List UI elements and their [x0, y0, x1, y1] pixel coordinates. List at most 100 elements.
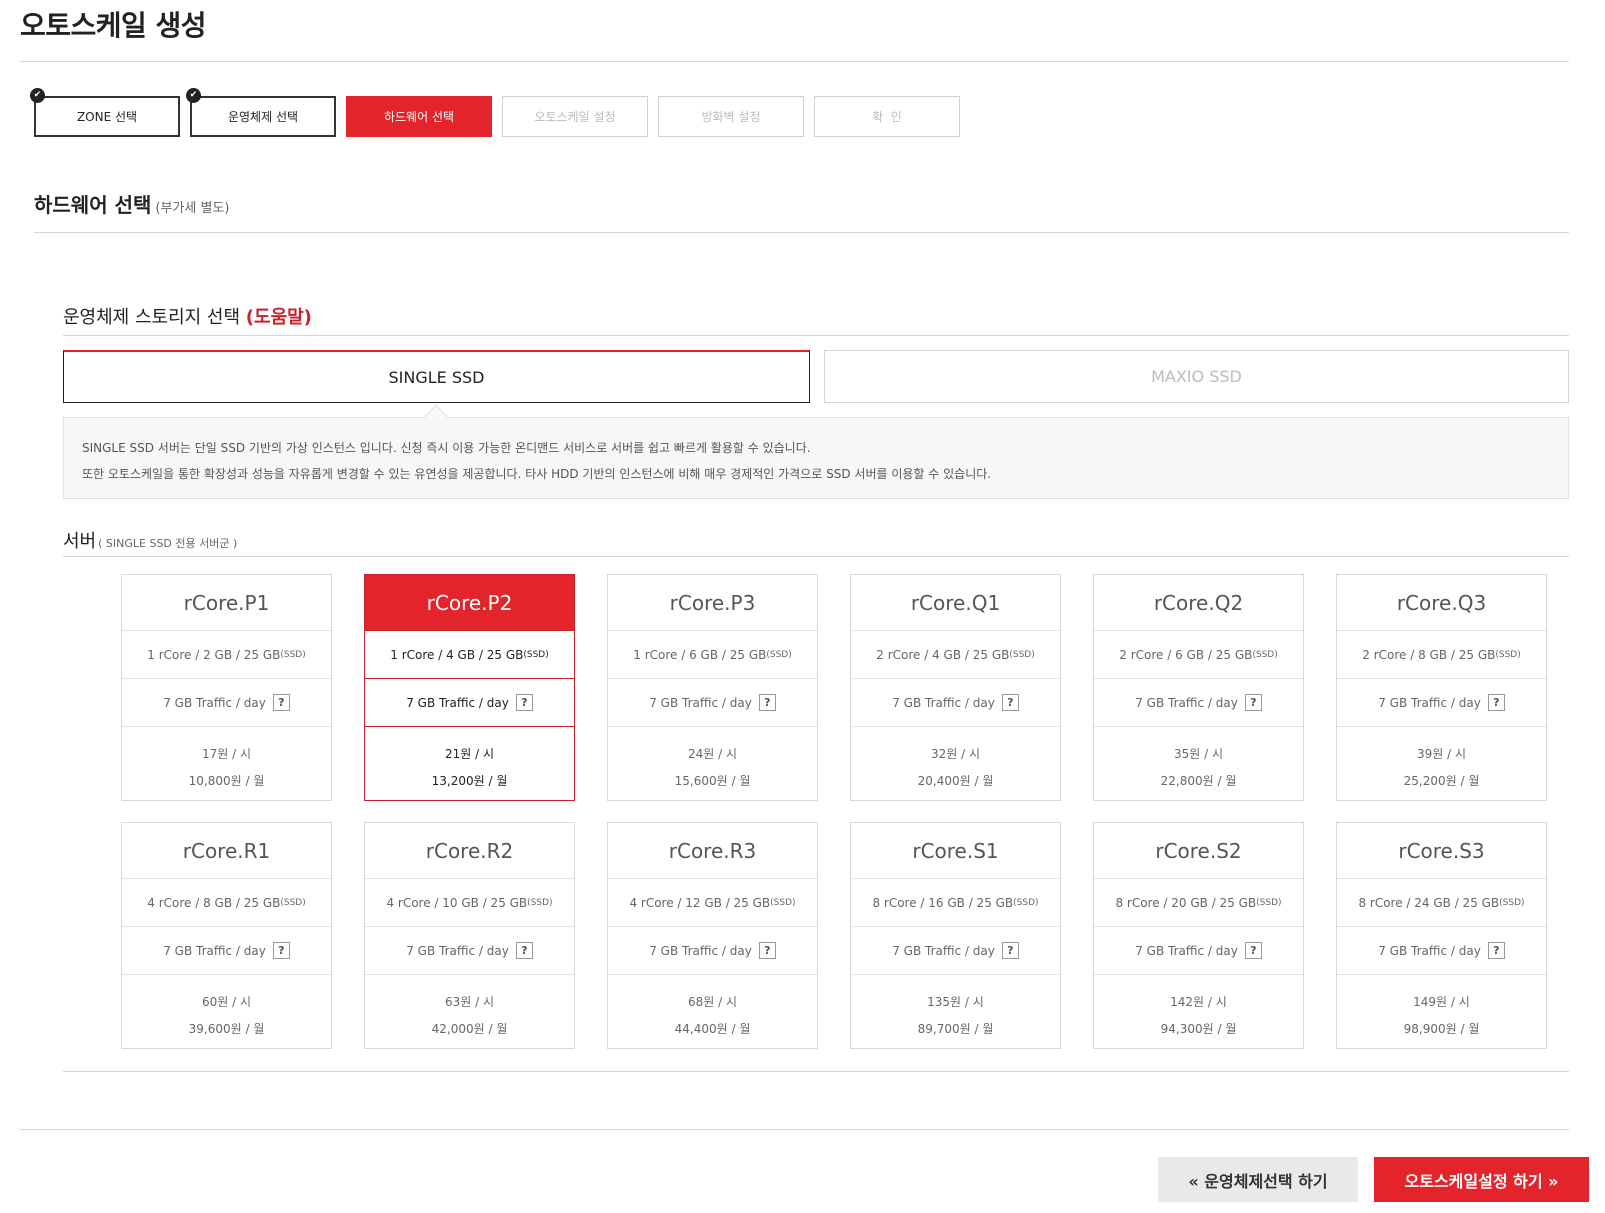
server-name: rCore.S3: [1337, 823, 1546, 879]
server-traffic: 7 GB Traffic / day?: [365, 927, 574, 975]
help-icon[interactable]: ?: [272, 694, 290, 711]
server-spec-text: 8 rCore / 16 GB / 25 GB: [872, 895, 1014, 910]
server-card[interactable]: rCore.S2 8 rCore / 20 GB / 25 GB (SSD) 7 GB…: [1093, 822, 1304, 1049]
server-name: rCore.S2: [1094, 823, 1303, 879]
server-price: 142원 / 시 94,300원 / 월: [1094, 975, 1303, 1043]
hourly-price: 149원 / 시: [1413, 995, 1470, 1009]
storage-tab-maxio-ssd[interactable]: MAXIO SSD: [824, 350, 1569, 403]
ssd-tag: (SSD): [1495, 649, 1521, 660]
monthly-price: 89,700원 / 월: [917, 1022, 994, 1036]
server-spec-text: 4 rCore / 10 GB / 25 GB: [386, 895, 528, 910]
server-card[interactable]: rCore.Q2 2 rCore / 6 GB / 25 GB (SSD) 7 GB …: [1093, 574, 1304, 801]
storage-heading: 운영체제 스토리지 선택 (도움말): [63, 303, 312, 329]
help-icon[interactable]: ?: [758, 694, 776, 711]
ssd-tag: (SSD): [766, 649, 792, 660]
step-label: 운영체제 선택: [227, 110, 299, 124]
server-traffic: 7 GB Traffic / day?: [851, 679, 1060, 727]
monthly-price: 44,400원 / 월: [674, 1022, 751, 1036]
server-card[interactable]: rCore.Q3 2 rCore / 8 GB / 25 GB (SSD) 7 GB …: [1336, 574, 1547, 801]
server-spec: 1 rCore / 6 GB / 25 GB (SSD): [608, 631, 817, 679]
ssd-tag: (SSD): [1499, 897, 1525, 908]
monthly-price: 22,800원 / 월: [1160, 774, 1237, 788]
server-divider: [63, 556, 1569, 557]
help-icon[interactable]: ?: [1001, 694, 1019, 711]
hourly-price: 17원 / 시: [201, 747, 252, 761]
server-note: ( SINGLE SSD 전용 서버군 ): [98, 537, 238, 550]
help-icon[interactable]: ?: [1001, 942, 1019, 959]
server-name: rCore.P2: [365, 575, 574, 631]
help-icon[interactable]: ?: [1244, 694, 1262, 711]
footer-divider: [20, 1129, 1569, 1130]
help-icon[interactable]: ?: [758, 942, 776, 959]
server-card[interactable]: rCore.P1 1 rCore / 2 GB / 25 GB (SSD) 7 GB …: [121, 574, 332, 801]
server-title: 서버: [63, 531, 97, 552]
hourly-price: 21원 / 시: [444, 747, 495, 761]
help-link[interactable]: (도움말): [246, 307, 312, 328]
server-card[interactable]: rCore.Q1 2 rCore / 4 GB / 25 GB (SSD) 7 GB …: [850, 574, 1061, 801]
hourly-price: 135원 / 시: [927, 995, 984, 1009]
help-icon[interactable]: ?: [515, 942, 533, 959]
server-traffic: 7 GB Traffic / day?: [1337, 679, 1546, 727]
storage-divider: [63, 335, 1569, 336]
traffic-label: 7 GB Traffic / day: [1378, 695, 1481, 710]
hourly-price: 60원 / 시: [201, 995, 252, 1009]
server-traffic: 7 GB Traffic / day?: [608, 927, 817, 975]
server-card[interactable]: rCore.P2 1 rCore / 4 GB / 25 GB (SSD) 7 GB …: [364, 574, 575, 801]
monthly-price: 10,800원 / 월: [188, 774, 265, 788]
monthly-price: 98,900원 / 월: [1403, 1022, 1480, 1036]
server-traffic: 7 GB Traffic / day?: [1094, 927, 1303, 975]
server-spec-text: 2 rCore / 4 GB / 25 GB: [876, 647, 1010, 662]
step-os[interactable]: ✔ 운영체제 선택: [186, 88, 336, 137]
server-card[interactable]: rCore.S1 8 rCore / 16 GB / 25 GB (SSD) 7 GB…: [850, 822, 1061, 1049]
server-spec: 4 rCore / 10 GB / 25 GB (SSD): [365, 879, 574, 927]
server-spec: 2 rCore / 6 GB / 25 GB (SSD): [1094, 631, 1303, 679]
server-card[interactable]: rCore.R1 4 rCore / 8 GB / 25 GB (SSD) 7 GB …: [121, 822, 332, 1049]
server-spec-text: 8 rCore / 24 GB / 25 GB: [1358, 895, 1500, 910]
server-price: 35원 / 시 22,800원 / 월: [1094, 727, 1303, 795]
server-price: 24원 / 시 15,600원 / 월: [608, 727, 817, 795]
server-spec: 1 rCore / 2 GB / 25 GB (SSD): [122, 631, 331, 679]
step-label: 방화벽 설정: [701, 110, 761, 124]
step-zone[interactable]: ✔ ZONE 선택: [30, 88, 180, 137]
ssd-tag: (SSD): [1013, 897, 1039, 908]
storage-tab-single-ssd[interactable]: SINGLE SSD: [63, 350, 810, 403]
hourly-price: 39원 / 시: [1416, 747, 1467, 761]
step-confirm: 확 인: [814, 96, 960, 137]
section-divider: [34, 232, 1569, 233]
hourly-price: 24원 / 시: [687, 747, 738, 761]
check-icon: ✔: [30, 88, 45, 103]
server-card[interactable]: rCore.P3 1 rCore / 6 GB / 25 GB (SSD) 7 GB …: [607, 574, 818, 801]
server-name: rCore.P3: [608, 575, 817, 631]
server-card[interactable]: rCore.S3 8 rCore / 24 GB / 25 GB (SSD) 7 GB…: [1336, 822, 1547, 1049]
help-icon[interactable]: ?: [515, 694, 533, 711]
storage-tab-label: SINGLE SSD: [388, 367, 485, 387]
step-hardware[interactable]: 하드웨어 선택: [346, 96, 492, 137]
server-name: rCore.R2: [365, 823, 574, 879]
help-icon[interactable]: ?: [1487, 694, 1505, 711]
server-price: 60원 / 시 39,600원 / 월: [122, 975, 331, 1043]
prev-os-button[interactable]: « 운영체제선택 하기: [1158, 1157, 1358, 1202]
step-label: 오토스케일 설정: [534, 110, 616, 124]
server-traffic: 7 GB Traffic / day?: [1337, 927, 1546, 975]
server-card[interactable]: rCore.R2 4 rCore / 10 GB / 25 GB (SSD) 7 GB…: [364, 822, 575, 1049]
storage-description-box: SINGLE SSD 서버는 단일 SSD 기반의 가상 인스턴스 입니다. 신…: [63, 417, 1569, 499]
traffic-label: 7 GB Traffic / day: [163, 943, 266, 958]
server-price: 135원 / 시 89,700원 / 월: [851, 975, 1060, 1043]
server-name: rCore.R1: [122, 823, 331, 879]
title-divider: [20, 61, 1569, 62]
next-autoscale-button[interactable]: 오토스케일설정 하기 »: [1374, 1157, 1589, 1202]
storage-title: 운영체제 스토리지 선택: [63, 307, 241, 328]
monthly-price: 15,600원 / 월: [674, 774, 751, 788]
server-card[interactable]: rCore.R3 4 rCore / 12 GB / 25 GB (SSD) 7 GB…: [607, 822, 818, 1049]
help-icon[interactable]: ?: [1244, 942, 1262, 959]
description-line: SINGLE SSD 서버는 단일 SSD 기반의 가상 인스턴스 입니다. 신…: [82, 441, 811, 455]
ssd-tag: (SSD): [1009, 649, 1035, 660]
hourly-price: 35원 / 시: [1173, 747, 1224, 761]
server-price: 63원 / 시 42,000원 / 월: [365, 975, 574, 1043]
hardware-section-heading: 하드웨어 선택 (부가세 별도): [34, 189, 229, 218]
monthly-price: 20,400원 / 월: [917, 774, 994, 788]
hourly-price: 32원 / 시: [930, 747, 981, 761]
server-price: 21원 / 시 13,200원 / 월: [365, 727, 574, 795]
help-icon[interactable]: ?: [272, 942, 290, 959]
help-icon[interactable]: ?: [1487, 942, 1505, 959]
